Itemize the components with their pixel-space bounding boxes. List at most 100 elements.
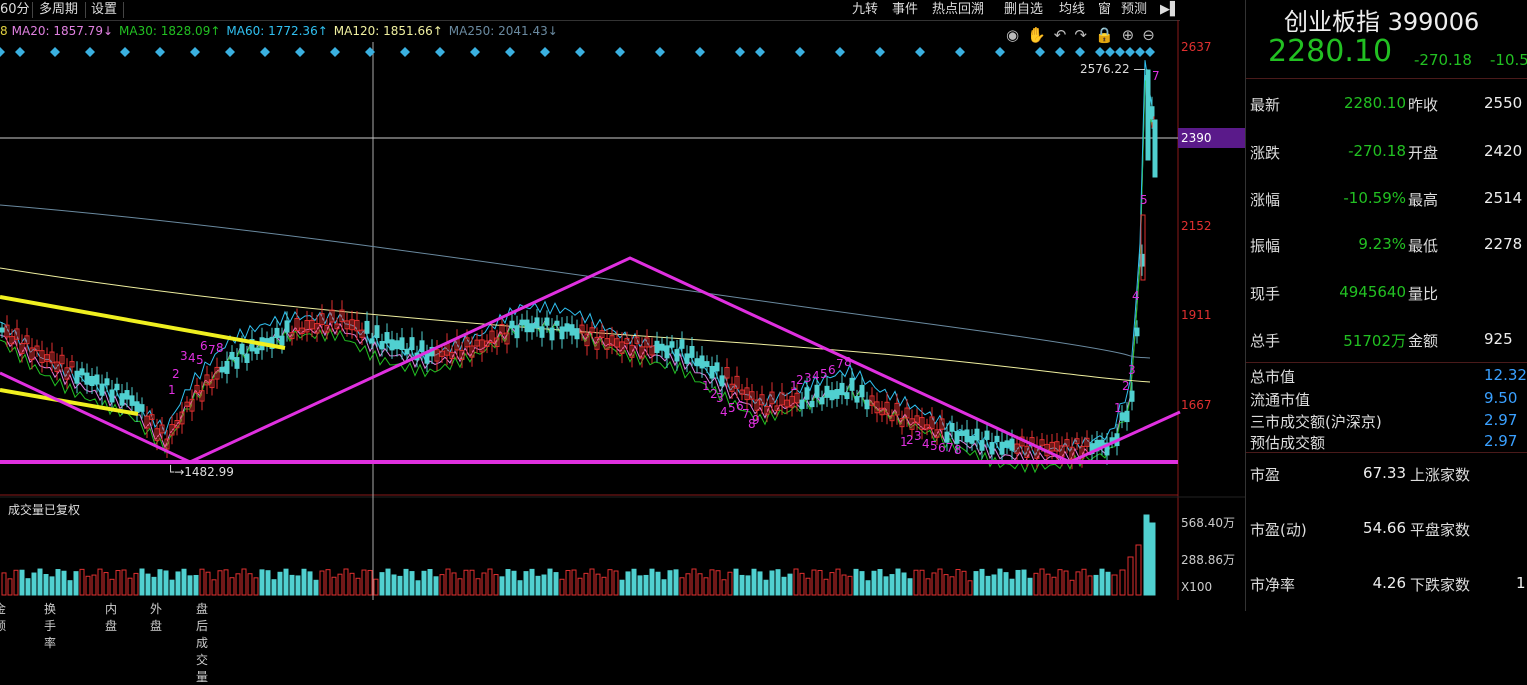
ratio-row: 市盈 67.33 上涨家数: [1246, 464, 1527, 486]
ratio-label: 市盈: [1250, 466, 1281, 484]
candle-body: [364, 320, 370, 334]
volume-bar: [535, 575, 541, 596]
candle-body: [389, 339, 395, 351]
candle-body: [814, 384, 820, 398]
volume-bar: [805, 577, 811, 596]
volume-bar: [439, 574, 445, 596]
nine-turn-number: 3: [1128, 363, 1136, 377]
price-tick: 2152: [1181, 219, 1212, 233]
quote-value: 51702万: [1343, 332, 1406, 350]
tab-outer-volume[interactable]: 外盘: [150, 600, 162, 634]
quote-label: 涨幅: [1250, 191, 1281, 209]
volume-bar: [163, 570, 169, 596]
candle-body: [274, 327, 280, 338]
volume-bar: [739, 574, 745, 596]
nine-turn-number: 7: [1152, 69, 1160, 83]
volume-bar: [937, 568, 943, 596]
candle-body: [819, 397, 825, 405]
volume-bar: [1111, 574, 1118, 596]
tab-inner-volume[interactable]: 内盘: [105, 600, 117, 634]
volume-bar: [589, 568, 595, 596]
volume-bar: [691, 568, 697, 596]
volume-bar: [757, 571, 763, 596]
volume-bar: [109, 578, 115, 596]
volume-bar: [505, 569, 511, 596]
candle-body: [424, 353, 430, 364]
nine-turn-number: 2: [1122, 379, 1130, 393]
trendline-upper: [0, 295, 286, 350]
volume-bar: [1149, 522, 1156, 596]
volume-bar: [427, 569, 433, 596]
market-value: 2.97: [1484, 411, 1518, 429]
high-annotation: 2576.22 —: [1080, 62, 1146, 76]
quote-label: 最高: [1408, 191, 1439, 209]
signal-diamond: [1135, 47, 1145, 57]
candle-body: [514, 325, 520, 339]
volume-bar: [943, 574, 949, 596]
quote-label: 现手: [1250, 285, 1281, 303]
candle-body: [719, 375, 725, 387]
quote-value: 9.23%: [1358, 235, 1406, 253]
candle-body: [1124, 410, 1130, 423]
volume-bar: [121, 569, 127, 596]
volume-bar: [493, 574, 499, 596]
volume-bar: [157, 569, 163, 596]
candle-body: [984, 430, 990, 440]
nine-turn-number: 3: [804, 371, 812, 385]
volume-bar: [829, 572, 835, 596]
kline-chart[interactable]: 3 4 56 7 821 1234 5 678912 3 4 5 6 7 812 34 5 6 7 8123457: [0, 0, 1245, 611]
candle-body: [234, 357, 240, 369]
volume-bar: [205, 571, 211, 596]
volume-bar: [1027, 577, 1033, 596]
nine-turn-number: 3: [716, 391, 724, 405]
nine-turn-number: 3: [180, 349, 188, 363]
moving-average-lines: [0, 60, 1153, 474]
volume-bar: [1033, 572, 1039, 596]
tab-turnover[interactable]: 换手率: [44, 600, 56, 651]
volume-bar: [871, 570, 877, 596]
nine-turn-number: 3: [914, 429, 922, 443]
signal-diamond: [295, 47, 305, 57]
candle-body: [224, 360, 230, 374]
candle-body: [399, 337, 405, 351]
candle-body: [674, 349, 680, 362]
tab-after-hours-volume[interactable]: 盘后成交量: [196, 600, 208, 685]
candle-body: [834, 389, 840, 399]
candle-body: [279, 335, 285, 346]
quote-value: 2420: [1484, 142, 1523, 160]
volume-tick: 288.86万: [1181, 553, 1235, 567]
volume-bar: [481, 572, 487, 596]
signal-diamond: [470, 47, 480, 57]
volume-bar: [1087, 575, 1093, 596]
volume-bar: [361, 569, 367, 596]
candle-body: [979, 440, 985, 451]
volume-bar: [271, 579, 277, 596]
candle-body: [239, 343, 245, 355]
ratio-label: 市净率: [1250, 576, 1296, 594]
candle-body: [89, 375, 95, 387]
volume-bar: [931, 572, 937, 596]
volume-bar: [349, 572, 355, 596]
quote-value: 2280.10: [1343, 94, 1406, 112]
volume-bar: [1039, 568, 1045, 596]
signal-diamond: [1075, 47, 1085, 57]
nine-turn-number: 8: [954, 443, 962, 457]
nine-turn-number: 4: [812, 369, 820, 383]
volume-bar: [655, 571, 661, 596]
nine-turn-number: 5: [728, 401, 736, 415]
volume-bar: [499, 576, 505, 596]
candle-body: [379, 340, 385, 350]
quote-value: 2514: [1484, 189, 1523, 207]
volume-bar: [145, 573, 151, 596]
candle-body: [699, 355, 705, 369]
volume-bar: [223, 569, 229, 596]
tab-amount[interactable]: 金额: [0, 600, 6, 634]
volume-bar: [949, 576, 955, 596]
candle-body: [1145, 69, 1151, 161]
divider: [1246, 78, 1527, 79]
volume-bar: [733, 568, 739, 596]
volume-bar: [643, 574, 649, 596]
signal-diamond: [1095, 47, 1105, 57]
candle-body: [689, 345, 695, 358]
volume-bar: [115, 570, 121, 596]
